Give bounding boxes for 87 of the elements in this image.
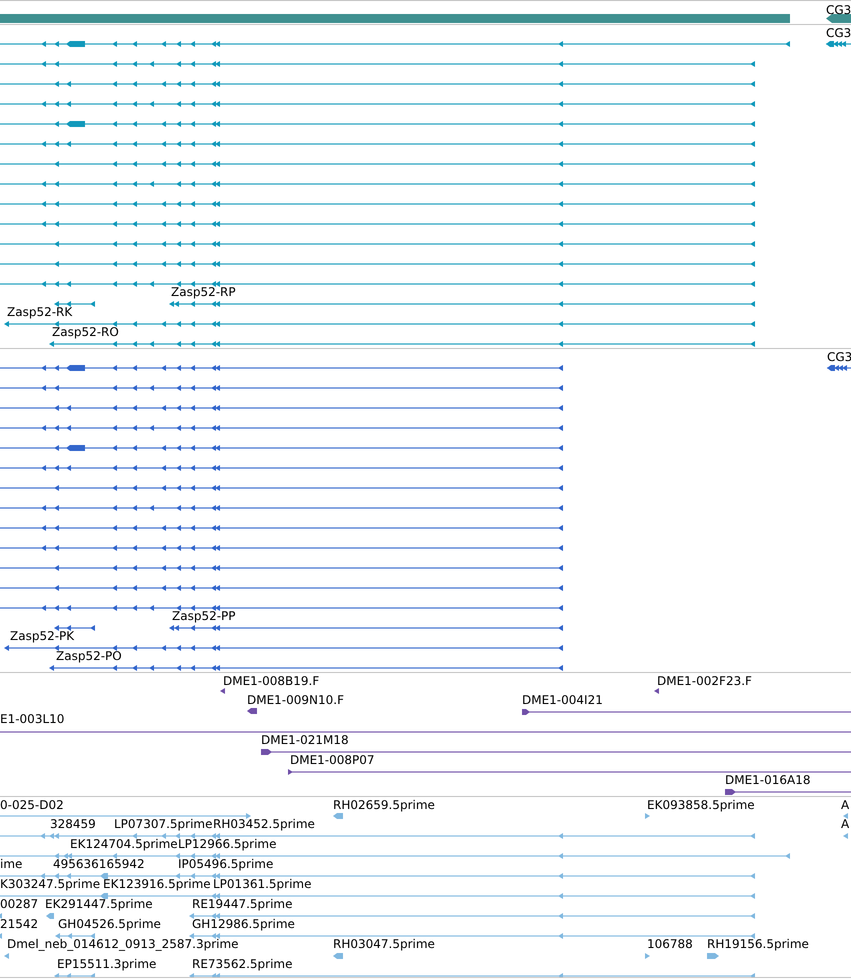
feature-drawing[interactable] <box>724 789 851 795</box>
feature-drawing[interactable] <box>0 181 755 187</box>
feature-drawing[interactable] <box>0 565 563 571</box>
feature-drawing[interactable] <box>0 41 790 47</box>
feature-label: 00287 <box>0 898 38 911</box>
feature-drawing[interactable] <box>522 709 851 715</box>
feature-drawing[interactable] <box>49 341 755 347</box>
feature-drawing[interactable] <box>0 121 755 127</box>
feature-drawing[interactable] <box>0 445 563 451</box>
feature-label: GH04526.5prime <box>58 918 161 931</box>
gene-arrow-drawing[interactable] <box>826 14 851 23</box>
feature-label: E1-003L10 <box>0 713 64 726</box>
feature-label: DME1-004I21 <box>522 694 603 707</box>
feature-drawing[interactable] <box>0 425 563 431</box>
feature-label: ime <box>0 858 22 871</box>
feature-drawing[interactable] <box>0 505 563 511</box>
feature-label: CG3 <box>826 4 851 17</box>
feature-label: DME1-008P07 <box>290 754 375 767</box>
feature-label: 106788 <box>647 938 693 951</box>
feature-label: K303247.5prime <box>0 878 100 891</box>
feature-label: DME1-008B19.F <box>223 675 320 688</box>
feature-label: EP15511.3prime <box>57 958 156 971</box>
feature-drawing[interactable] <box>0 545 563 551</box>
feature-label: EK291447.5prime <box>45 898 153 911</box>
feature-drawing[interactable] <box>288 769 851 775</box>
feature-drawing[interactable] <box>0 405 563 411</box>
feature-drawing[interactable] <box>54 625 563 631</box>
feature-drawing[interactable] <box>0 281 755 287</box>
feature-label: LP07307.5prime <box>114 818 213 831</box>
feature-label: 0-025-D02 <box>0 799 64 812</box>
feature-label: RE19447.5prime <box>192 898 292 911</box>
feature-label: IP05496.5prime <box>178 858 274 871</box>
feature-label: LP01361.5prime <box>213 878 312 891</box>
feature-drawing[interactable] <box>0 61 755 67</box>
feature-drawing[interactable] <box>0 81 755 87</box>
feature-label: CG3 <box>827 351 851 364</box>
feature-label: 495636165942 <box>53 858 145 871</box>
feature-drawing[interactable] <box>0 201 755 207</box>
feature-drawing[interactable] <box>654 688 659 694</box>
feature-label: RH03047.5prime <box>333 938 435 951</box>
feature-label: 328459 <box>50 818 96 831</box>
feature-drawing[interactable] <box>260 749 851 755</box>
feature-label: Zasp52-PO <box>56 650 122 663</box>
feature-drawing[interactable] <box>0 605 563 611</box>
feature-label: EK124704.5prime <box>70 838 178 851</box>
feature-drawing[interactable] <box>0 585 563 591</box>
feature-label: LP12966.5prime <box>178 838 277 851</box>
feature-drawing[interactable] <box>0 385 563 391</box>
feature-label: GH12986.5prime <box>192 918 295 931</box>
feature-label: A <box>841 818 850 831</box>
feature-drawing[interactable] <box>826 365 851 371</box>
feature-drawing[interactable] <box>220 688 225 694</box>
feature-label: 21542 <box>0 918 38 931</box>
feature-label: RH02659.5prime <box>333 799 435 812</box>
feature-drawing[interactable] <box>49 665 563 671</box>
feature-label: Zasp52-PP <box>172 610 236 623</box>
feature-label: RE73562.5prime <box>192 958 292 971</box>
feature-drawing[interactable] <box>0 101 755 107</box>
feature-drawing[interactable] <box>0 485 563 491</box>
feature-drawing[interactable] <box>0 465 563 471</box>
feature-label: DME1-009N10.F <box>247 694 344 707</box>
feature-label: EK123916.5prime <box>103 878 211 891</box>
feature-label: Dmel_neb_014612_0913_2587.3prime <box>7 938 239 951</box>
feature-label: DME1-002F23.F <box>657 675 752 688</box>
feature-drawing[interactable] <box>0 261 755 267</box>
feature-label: Zasp52-PK <box>10 630 74 643</box>
feature-drawing[interactable] <box>54 301 755 307</box>
feature-drawing[interactable] <box>247 708 257 714</box>
feature-drawing[interactable] <box>4 645 563 651</box>
feature-drawing[interactable] <box>0 141 755 147</box>
feature-label: RH19156.5prime <box>707 938 809 951</box>
feature-label: DME1-016A18 <box>725 774 811 787</box>
feature-label: Zasp52-RK <box>7 306 72 319</box>
feature-drawing[interactable] <box>0 365 563 371</box>
feature-drawing[interactable] <box>826 41 851 47</box>
feature-drawing[interactable] <box>0 241 755 247</box>
feature-label: DME1-021M18 <box>261 734 349 747</box>
feature-label: RH03452.5prime <box>213 818 315 831</box>
feature-drawing[interactable] <box>0 161 755 167</box>
feature-drawing[interactable] <box>4 321 755 327</box>
feature-label: CG3 <box>826 27 851 40</box>
feature-label: A <box>841 799 850 812</box>
feature-label: Zasp52-RP <box>171 286 236 299</box>
feature-drawing[interactable] <box>0 525 563 531</box>
feature-label: Zasp52-RO <box>52 326 119 339</box>
feature-label: EK093858.5prime <box>647 799 755 812</box>
feature-drawing[interactable] <box>0 221 755 227</box>
